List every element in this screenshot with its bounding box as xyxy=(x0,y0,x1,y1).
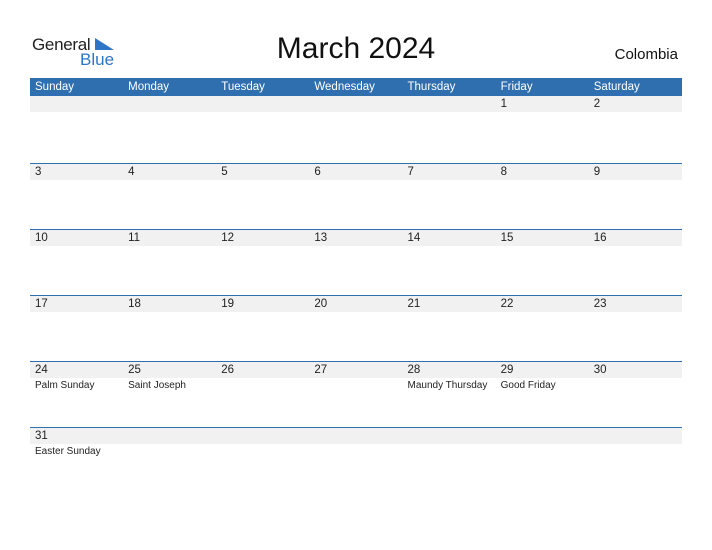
day-cell: 7 xyxy=(403,164,496,229)
weekday-tuesday: Tuesday xyxy=(221,81,265,93)
day-number: 28 xyxy=(407,364,421,376)
holiday-label: Easter Sunday xyxy=(35,446,101,457)
day-cell: 23 xyxy=(589,296,682,361)
day-cell: 16 xyxy=(589,230,682,295)
week-row: 12 xyxy=(30,96,682,163)
day-cell xyxy=(403,428,496,493)
week-row: 3 4 5 6 7 8 9 xyxy=(30,163,682,229)
holiday-label: Maundy Thursday xyxy=(407,380,488,391)
day-number: 1 xyxy=(500,98,508,110)
day-cell: 18 xyxy=(123,296,216,361)
weekday-sunday: Sunday xyxy=(35,81,75,93)
weekday-header: Sunday Monday Tuesday Wednesday Thursday Frid… xyxy=(30,78,682,96)
day-cell: 25 Saint Joseph xyxy=(123,362,216,427)
day-number: 24 xyxy=(35,364,48,376)
weekday-saturday: Saturday xyxy=(593,81,640,93)
day-cell: 4 xyxy=(123,164,216,229)
day-number: 10 xyxy=(35,232,48,244)
week-row: 24 Palm Sunday 25 Saint Joseph 26 27 28 Maundy … xyxy=(30,361,682,427)
day-cell: 14 xyxy=(403,230,496,295)
day-cell xyxy=(123,96,216,163)
day-number: 20 xyxy=(314,298,328,310)
day-number: 16 xyxy=(593,232,607,244)
day-cell xyxy=(216,428,309,493)
day-cell: 12 xyxy=(216,230,309,295)
day-number: 29 xyxy=(500,364,514,376)
calendar-grid: Sunday Monday Tuesday Wednesday Thursday Frid… xyxy=(30,78,682,493)
day-number: 17 xyxy=(35,298,48,310)
day-cell: 29 Good Friday xyxy=(496,362,589,427)
country-label: Colombia xyxy=(614,46,678,63)
day-number: 18 xyxy=(128,298,141,310)
day-cell: 21 xyxy=(403,296,496,361)
day-cell: 22 xyxy=(496,296,589,361)
day-cell xyxy=(123,428,216,493)
day-cell: 8 xyxy=(496,164,589,229)
day-number: 25 xyxy=(128,364,141,376)
holiday-label: Good Friday xyxy=(500,380,556,391)
day-number: 23 xyxy=(593,298,607,310)
day-cell: 13 xyxy=(309,230,402,295)
day-number: 3 xyxy=(35,166,42,178)
week-row: 31 Easter Sunday xyxy=(30,427,682,493)
day-number: 26 xyxy=(221,364,235,376)
day-number: 13 xyxy=(314,232,328,244)
day-cell: 10 xyxy=(30,230,123,295)
day-cell: 3 xyxy=(30,164,123,229)
day-number: 2 xyxy=(593,98,601,110)
day-cell: 17 xyxy=(30,296,123,361)
day-cell xyxy=(216,96,309,163)
day-number: 12 xyxy=(221,232,235,244)
day-number: 8 xyxy=(500,166,508,178)
day-cell: 19 xyxy=(216,296,309,361)
day-cell: 5 xyxy=(216,164,309,229)
day-cell: 24 Palm Sunday xyxy=(30,362,123,427)
weekday-monday: Monday xyxy=(128,81,170,93)
holiday-label: Palm Sunday xyxy=(35,380,95,391)
day-cell: 27 xyxy=(309,362,402,427)
day-number: 27 xyxy=(314,364,328,376)
day-cell xyxy=(496,428,589,493)
day-number: 6 xyxy=(314,166,321,178)
day-number: 7 xyxy=(407,166,414,178)
page-title: March 2024 xyxy=(276,32,436,65)
day-cell: 6 xyxy=(309,164,402,229)
day-cell: 20 xyxy=(309,296,402,361)
day-cell: 1 xyxy=(496,96,589,163)
day-number: 19 xyxy=(221,298,235,310)
day-number: 14 xyxy=(407,232,421,244)
day-cell: 31 Easter Sunday xyxy=(30,428,123,493)
day-cell xyxy=(403,96,496,163)
day-number: 5 xyxy=(221,166,228,178)
day-cell: 30 xyxy=(589,362,682,427)
day-cell: 9 xyxy=(589,164,682,229)
day-number: 21 xyxy=(407,298,421,310)
day-number: 9 xyxy=(593,166,601,178)
week-row: 10 11 12 13 14 15 16 xyxy=(30,229,682,295)
day-number: 30 xyxy=(593,364,607,376)
day-cell: 15 xyxy=(496,230,589,295)
day-cell xyxy=(30,96,123,163)
day-cell xyxy=(589,428,682,493)
weekday-thursday: Thursday xyxy=(407,81,456,93)
day-cell: 26 xyxy=(216,362,309,427)
holiday-label: Saint Joseph xyxy=(128,380,186,391)
day-number: 4 xyxy=(128,166,135,178)
weekday-wednesday: Wednesday xyxy=(314,81,375,93)
weekday-friday: Friday xyxy=(500,81,533,93)
week-row: 17 18 19 20 21 22 23 xyxy=(30,295,682,361)
day-number: 15 xyxy=(500,232,514,244)
day-number: 22 xyxy=(500,298,514,310)
day-cell xyxy=(309,96,402,163)
day-number: 31 xyxy=(35,430,48,442)
day-cell: 2 xyxy=(589,96,682,163)
day-cell: 28 Maundy Thursday xyxy=(403,362,496,427)
day-cell: 11 xyxy=(123,230,216,295)
day-number: 11 xyxy=(128,232,141,244)
day-cell xyxy=(309,428,402,493)
